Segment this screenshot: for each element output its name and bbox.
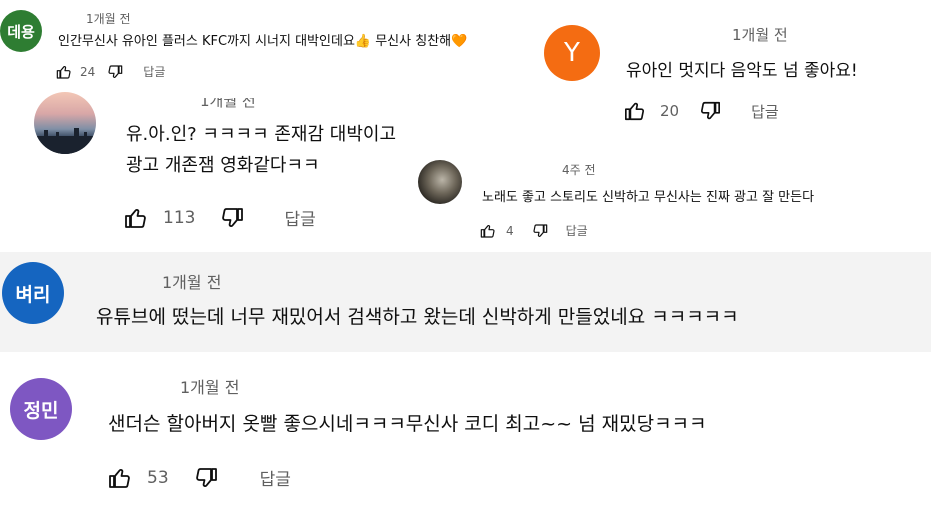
comment-timestamp[interactable]: 4주 전 [562,161,596,178]
avatar[interactable]: Y [544,25,600,81]
reply-button[interactable]: 답글 [260,465,291,490]
like-count: 20 [660,102,680,120]
comment-1: 데용 1개월 전 인간무신사 유아인 플러스 KFC까지 시너지 대박인데요👍 … [0,0,540,90]
like-icon[interactable] [480,223,496,239]
comment-timestamp[interactable]: 1개월 전 [180,374,239,398]
like-count: 53 [147,467,169,488]
comment-text-line-2: 광고 개존잼 영화같다ㅋㅋ [126,155,320,176]
comment-5: 벼리 1개월 전 유튜브에 떴는데 너무 재밌어서 검색하고 왔는데 신박하게 … [0,252,931,352]
like-icon[interactable] [624,100,646,122]
avatar[interactable] [34,92,96,154]
like-count: 113 [163,207,196,228]
comment-timestamp[interactable]: 1개월 전 [732,24,788,45]
avatar[interactable]: 벼리 [2,262,64,324]
comment-2: Y 1개월 전 유아인 멋지다 음악도 넘 좋아요! 20 답글 [540,0,931,140]
avatar[interactable]: 정민 [10,378,72,440]
comment-text: 샌더슨 할아버지 옷빨 좋으시네ㅋㅋㅋ무신사 코디 최고~~ 넘 재밌당ㅋㅋㅋ [108,413,707,435]
comment-timestamp[interactable]: 1개월 전 [162,269,221,293]
comment-6: 정민 1개월 전 샌더슨 할아버지 옷빨 좋으시네ㅋㅋㅋ무신사 코디 최고~~ … [0,352,920,512]
avatar[interactable] [418,160,462,204]
like-icon[interactable] [56,64,72,80]
comment-text: 유튜브에 떴는데 너무 재밌어서 검색하고 왔는데 신박하게 만들었네요 ㅋㅋㅋ… [96,306,739,328]
comment-timestamp[interactable]: 1개월 전 [86,10,131,27]
like-icon[interactable] [124,206,148,230]
comment-text: 유아인 멋지다 음악도 넘 좋아요! [626,61,858,81]
avatar[interactable]: 데용 [0,10,42,52]
comment-actions: 24 답글 [56,63,165,80]
comment-actions: 20 답글 [624,100,779,122]
comment-timestamp[interactable]: 1개월 전 [200,98,256,111]
reply-button[interactable]: 답글 [566,222,588,239]
reply-button[interactable]: 답글 [284,205,315,230]
dislike-icon[interactable] [107,64,123,80]
city-skyline-icon [34,128,96,154]
comment-actions: 53 답글 [108,465,291,490]
comment-text: 노래도 좋고 스토리도 신박하고 무신사는 진짜 광고 잘 만든다 [482,190,815,205]
comment-text-line-1: 유.아.인? ㅋㅋㅋㅋ 존재감 대박이고 [126,124,397,145]
dislike-icon[interactable] [532,223,548,239]
reply-button[interactable]: 답글 [143,63,165,80]
comment-text: 인간무신사 유아인 플러스 KFC까지 시너지 대박인데요👍 무신사 칭찬해🧡 [58,34,468,49]
dislike-icon[interactable] [194,466,218,490]
like-icon[interactable] [108,466,132,490]
dislike-icon[interactable] [220,206,244,230]
comment-actions: 4 답글 [480,222,588,239]
dislike-icon[interactable] [699,100,721,122]
comment-actions: 113 답글 [124,205,316,230]
like-count: 4 [506,223,514,238]
like-count: 24 [80,64,96,79]
comment-4: 4주 전 노래도 좋고 스토리도 신박하고 무신사는 진짜 광고 잘 만든다 4… [410,150,931,245]
reply-button[interactable]: 답글 [751,101,779,122]
